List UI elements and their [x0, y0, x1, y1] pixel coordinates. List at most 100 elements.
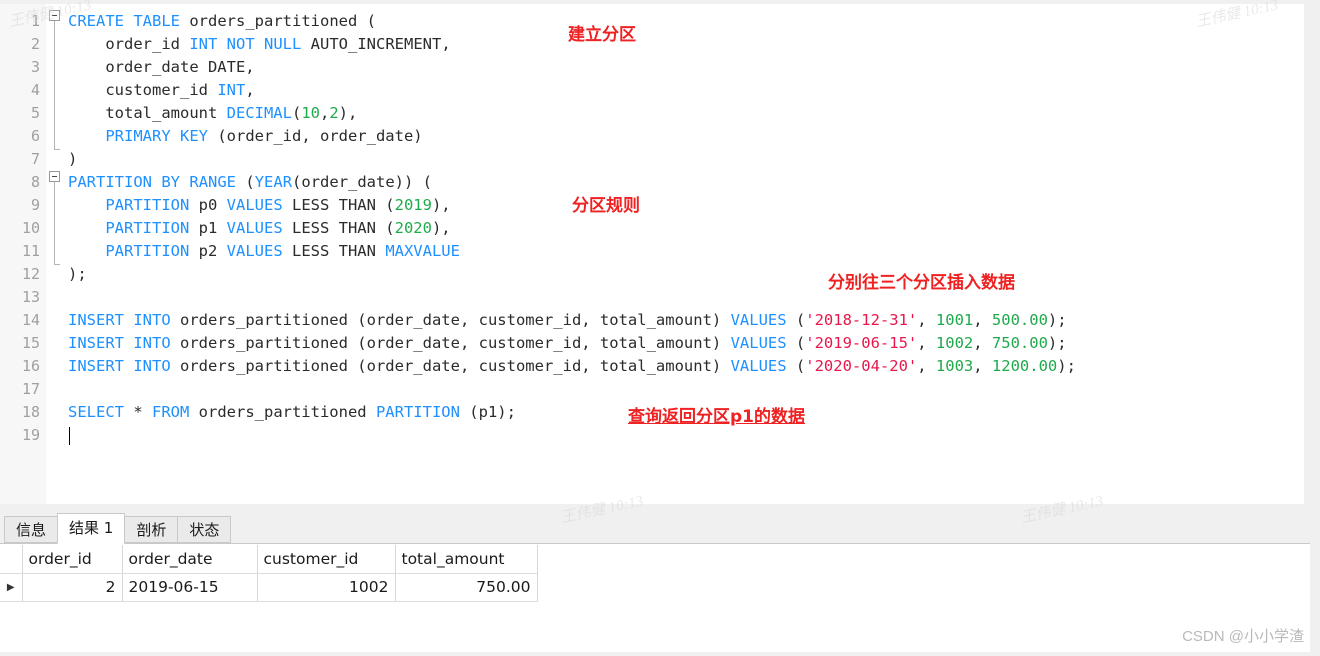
result-grid[interactable]: order_id order_date customer_id total_amoun… — [0, 544, 1310, 653]
code-token: , — [917, 311, 936, 329]
code-line[interactable]: order_date DATE, — [68, 56, 255, 79]
code-line[interactable]: PARTITION p2 VALUES LESS THAN MAXVALUE — [68, 240, 460, 263]
code-token: ( — [291, 104, 302, 122]
code-token: , — [319, 104, 330, 122]
code-token: customer_id — [68, 81, 218, 99]
line-number: 10 — [21, 219, 40, 237]
column-header[interactable]: order_id — [22, 545, 123, 574]
code-line[interactable]: PRIMARY KEY (order_id, order_date) — [68, 125, 423, 148]
code-token: TABLE — [133, 12, 181, 30]
code-line[interactable]: PARTITION BY RANGE (YEAR(order_date)) ( — [68, 171, 432, 194]
line-number: 2 — [30, 35, 40, 53]
code-token: , — [973, 334, 992, 352]
table-row[interactable]: ▶ 2 2019-06-15 1002 750.00 — [0, 573, 538, 602]
code-token: VALUES — [730, 334, 787, 352]
table-cell[interactable]: 750.00 — [395, 573, 538, 602]
code-token: ); — [1057, 357, 1076, 375]
code-token: 750.00 — [991, 334, 1048, 352]
row-header-corner — [0, 545, 23, 574]
code-token: 2020 — [394, 219, 432, 237]
line-number: 11 — [21, 242, 40, 260]
code-token: INSERT — [68, 311, 124, 329]
line-number: 18 — [21, 403, 40, 421]
result-table[interactable]: order_id order_date customer_id total_amoun… — [0, 545, 538, 602]
code-token: order_id — [68, 35, 190, 53]
code-token: 1200.00 — [991, 357, 1058, 375]
code-token: INTO — [133, 357, 171, 375]
code-token: 1001 — [935, 311, 974, 329]
code-token: INT — [217, 81, 246, 99]
results-tab[interactable]: 结果 1 — [57, 513, 126, 544]
column-header[interactable]: order_date — [122, 545, 258, 574]
code-line[interactable]: CREATE TABLE orders_partitioned ( — [68, 10, 376, 33]
code-line[interactable]: INSERT INTO orders_partitioned (order_da… — [68, 355, 1076, 378]
line-number: 5 — [30, 104, 40, 122]
code-token: , — [973, 311, 992, 329]
code-token: '2020-04-20' — [805, 357, 918, 375]
line-number: 13 — [21, 288, 40, 306]
results-tab[interactable]: 状态 — [177, 516, 232, 543]
code-token: BY — [161, 173, 181, 191]
code-token: RANGE — [189, 173, 237, 191]
code-token: * — [124, 403, 152, 421]
code-token: p2 — [189, 242, 227, 260]
line-number: 12 — [21, 265, 40, 283]
code-token: total_amount — [68, 104, 227, 122]
code-token: 2019 — [394, 196, 432, 214]
code-token: , — [917, 357, 936, 375]
code-token: PARTITION — [105, 196, 190, 214]
code-token: (order_id, order_date) — [208, 127, 423, 145]
results-tab[interactable]: 信息 — [4, 516, 59, 543]
code-token: order_date DATE, — [68, 58, 255, 76]
table-cell[interactable]: 1002 — [257, 573, 396, 602]
code-token: , — [917, 334, 936, 352]
code-annotation: 分区规则 — [572, 196, 640, 216]
table-cell[interactable]: 2019-06-15 — [122, 573, 258, 602]
code-token: VALUES — [730, 311, 787, 329]
code-line[interactable]: INSERT INTO orders_partitioned (order_da… — [68, 332, 1067, 355]
code-text-area[interactable]: 1 CREATE TABLE orders_partitioned (2 orde… — [0, 4, 1304, 504]
line-number: 8 — [30, 173, 40, 191]
code-token: 1003 — [935, 357, 974, 375]
code-token: LESS THAN ( — [282, 196, 395, 214]
code-token: '2019-06-15' — [805, 334, 918, 352]
code-line[interactable]: SELECT * FROM orders_partitioned PARTITI… — [68, 401, 516, 424]
code-line[interactable]: order_id INT NOT NULL AUTO_INCREMENT, — [68, 33, 450, 56]
code-token: p0 — [189, 196, 227, 214]
code-token: DECIMAL — [226, 104, 292, 122]
code-token: NOT — [226, 35, 255, 53]
code-line[interactable]: ) — [68, 148, 77, 171]
horizontal-scrollbar[interactable] — [0, 652, 1310, 656]
column-header[interactable]: customer_id — [257, 545, 396, 574]
column-header[interactable]: total_amount — [395, 545, 538, 574]
code-token: CREATE — [68, 12, 124, 30]
results-tab-bar[interactable]: 信息 结果 1 剖析 状态 — [0, 513, 1310, 544]
code-token: ( — [786, 334, 806, 352]
code-line[interactable]: total_amount DECIMAL(10,2), — [68, 102, 357, 125]
code-line[interactable]: PARTITION p1 VALUES LESS THAN (2020), — [68, 217, 450, 240]
code-token: 500.00 — [991, 311, 1048, 329]
code-token: p1 — [189, 219, 227, 237]
code-token: VALUES — [226, 219, 283, 237]
code-token: orders_partitioned (order_date, customer… — [170, 357, 731, 375]
code-line[interactable]: INSERT INTO orders_partitioned (order_da… — [68, 309, 1067, 332]
code-token: ) — [68, 150, 78, 168]
code-token: INTO — [133, 334, 171, 352]
code-token: , — [973, 357, 992, 375]
code-line[interactable]: customer_id INT, — [68, 79, 254, 102]
sql-code-editor[interactable]: 1 CREATE TABLE orders_partitioned (2 orde… — [0, 4, 1310, 504]
table-cell[interactable]: 2 — [22, 573, 123, 602]
code-line[interactable]: ); — [68, 263, 87, 286]
code-token: PARTITION — [105, 242, 190, 260]
results-tab[interactable]: 剖析 — [124, 516, 179, 543]
code-token: VALUES — [226, 196, 283, 214]
code-token: NULL — [264, 35, 302, 53]
code-line[interactable]: PARTITION p0 VALUES LESS THAN (2019), — [68, 194, 450, 217]
